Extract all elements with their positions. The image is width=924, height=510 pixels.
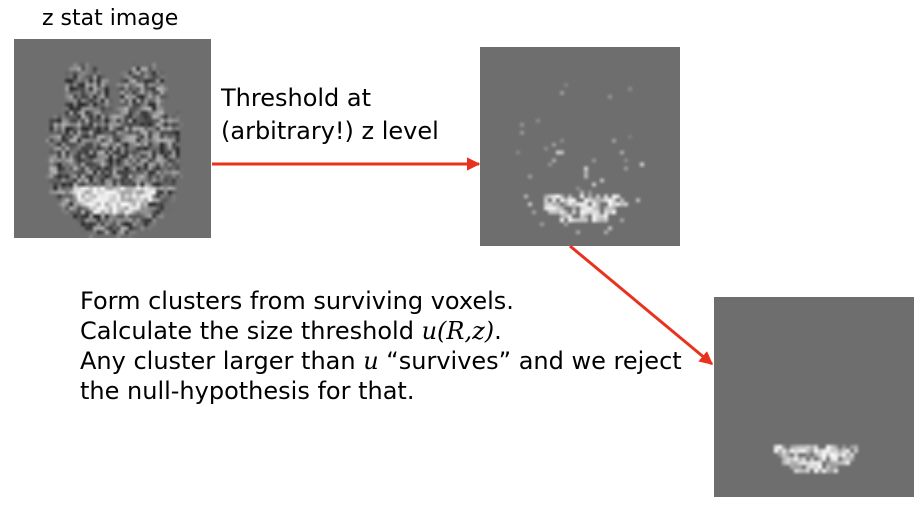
zstat-image-caption: z stat image (42, 6, 179, 31)
threshold-caption: Threshold at (arbitrary!) z level (221, 82, 439, 148)
thresholded-voxel-canvas (480, 47, 680, 246)
explanation-line2-suffix: . (494, 317, 502, 345)
cluster-voxel-canvas (714, 297, 914, 497)
explanation-line2: Calculate the size threshold u(R,z). (80, 316, 682, 346)
threshold-symbol: u (363, 347, 379, 375)
threshold-caption-line2: (arbitrary!) z level (221, 117, 439, 145)
cluster-brain-image (714, 297, 914, 497)
explanation-line3: Any cluster larger than u “survives” and… (80, 346, 682, 376)
size-threshold-formula: u(R,z) (421, 317, 495, 345)
threshold-caption-line1: Threshold at (221, 84, 372, 112)
explanation-line1: Form clusters from surviving voxels. (80, 287, 514, 315)
explanation-line3-suffix: “survives” and we reject (378, 347, 682, 375)
zstat-voxel-canvas (14, 39, 211, 238)
explanation-line3-prefix: Any cluster larger than (80, 347, 364, 375)
cluster-explanation-text: Form clusters from surviving voxels. Cal… (80, 286, 682, 406)
zstat-brain-image (14, 39, 211, 238)
explanation-line4: the null-hypothesis for that. (80, 377, 415, 405)
thresholded-brain-image (480, 47, 680, 246)
explanation-line2-prefix: Calculate the size threshold (80, 317, 422, 345)
